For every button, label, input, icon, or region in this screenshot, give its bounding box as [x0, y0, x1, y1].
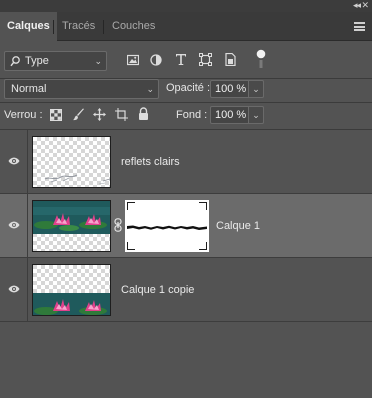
- lock-position-icon[interactable]: [93, 108, 106, 121]
- lock-artboard-icon[interactable]: [115, 108, 128, 121]
- fill-value: 100 %: [215, 109, 247, 121]
- fill-chevron-down-icon[interactable]: ⌄: [248, 106, 264, 124]
- tab-traces[interactable]: Tracés: [55, 12, 102, 41]
- adjustment-filter-icon[interactable]: [150, 54, 162, 66]
- layer-name[interactable]: Calque 1: [216, 220, 260, 232]
- filter-row: Type ⌄: [0, 42, 372, 78]
- tab-calques[interactable]: Calques: [0, 12, 57, 42]
- lock-row: Verrou : Fond : 100 % ⌄: [0, 103, 372, 130]
- layer-name[interactable]: reflets clairs: [121, 156, 180, 168]
- blend-mode-select[interactable]: Normal ⌄: [4, 79, 159, 99]
- reflets-thumbnail-strokes: [44, 174, 110, 185]
- fill-field[interactable]: 100 % ⌄: [210, 106, 264, 124]
- collapse-panel-icon[interactable]: ◂◂: [353, 0, 361, 11]
- layer-row[interactable]: Calque 1 copie: [0, 258, 372, 322]
- layer-name[interactable]: Calque 1 copie: [121, 284, 194, 296]
- lock-transparent-pixels-icon[interactable]: [50, 109, 62, 121]
- type-filter-icon[interactable]: [175, 53, 187, 66]
- layer-thumbnail[interactable]: [32, 264, 111, 316]
- layer-mask-thumbnail[interactable]: [125, 200, 209, 252]
- tab-separator: [103, 20, 104, 34]
- filter-toggle-icon[interactable]: [256, 49, 266, 69]
- tab-separator: [53, 20, 54, 34]
- search-icon: [10, 56, 20, 67]
- shape-filter-icon[interactable]: [199, 53, 212, 66]
- layer-filter-kind-value: Type: [25, 55, 49, 67]
- eye-icon[interactable]: [8, 284, 20, 294]
- lock-label: Verrou :: [4, 109, 43, 121]
- mask-link-icon[interactable]: [114, 218, 122, 232]
- layer-thumbnail[interactable]: [32, 200, 111, 252]
- opacity-field[interactable]: 100 % ⌄: [210, 80, 264, 98]
- mask-corner-marker: [199, 202, 207, 210]
- visibility-column-separator: [27, 258, 28, 322]
- chevron-down-icon: ⌄: [146, 84, 154, 94]
- eye-icon[interactable]: [8, 220, 20, 230]
- visibility-column-separator: [27, 194, 28, 258]
- blend-mode-value: Normal: [11, 83, 47, 95]
- layer-filter-kind-select[interactable]: Type ⌄: [4, 51, 107, 71]
- tab-couches[interactable]: Couches: [105, 12, 162, 41]
- layers-empty-area[interactable]: [0, 323, 372, 398]
- water-lily-copy-thumbnail: [33, 265, 110, 315]
- lock-image-pixels-icon[interactable]: [72, 108, 85, 121]
- water-lily-thumbnail: [33, 201, 110, 251]
- eye-icon[interactable]: [8, 156, 20, 166]
- panel-top-bar: ◂◂ ✕: [0, 0, 372, 12]
- opacity-value: 100 %: [215, 83, 247, 95]
- opacity-chevron-down-icon[interactable]: ⌄: [248, 80, 264, 98]
- image-filter-icon[interactable]: [127, 54, 139, 66]
- close-panel-icon[interactable]: ✕: [361, 0, 369, 11]
- panel-menu-icon[interactable]: [354, 22, 365, 31]
- fill-label: Fond :: [176, 109, 208, 121]
- layer-thumbnail[interactable]: [32, 136, 111, 188]
- lock-all-icon[interactable]: [138, 107, 149, 120]
- smart-object-filter-icon[interactable]: [224, 53, 236, 66]
- mask-corner-marker: [127, 202, 135, 210]
- layer-row[interactable]: Calque 1: [0, 194, 372, 258]
- mask-corner-marker: [127, 242, 135, 250]
- panel-tab-bar: Calques Tracés Couches: [0, 12, 372, 42]
- mask-corner-marker: [199, 242, 207, 250]
- chevron-down-icon: ⌄: [94, 56, 102, 66]
- layer-row[interactable]: reflets clairs: [0, 130, 372, 194]
- opacity-label: Opacité :: [166, 82, 211, 94]
- mask-edge-shape: [127, 225, 207, 230]
- visibility-column-separator: [27, 130, 28, 194]
